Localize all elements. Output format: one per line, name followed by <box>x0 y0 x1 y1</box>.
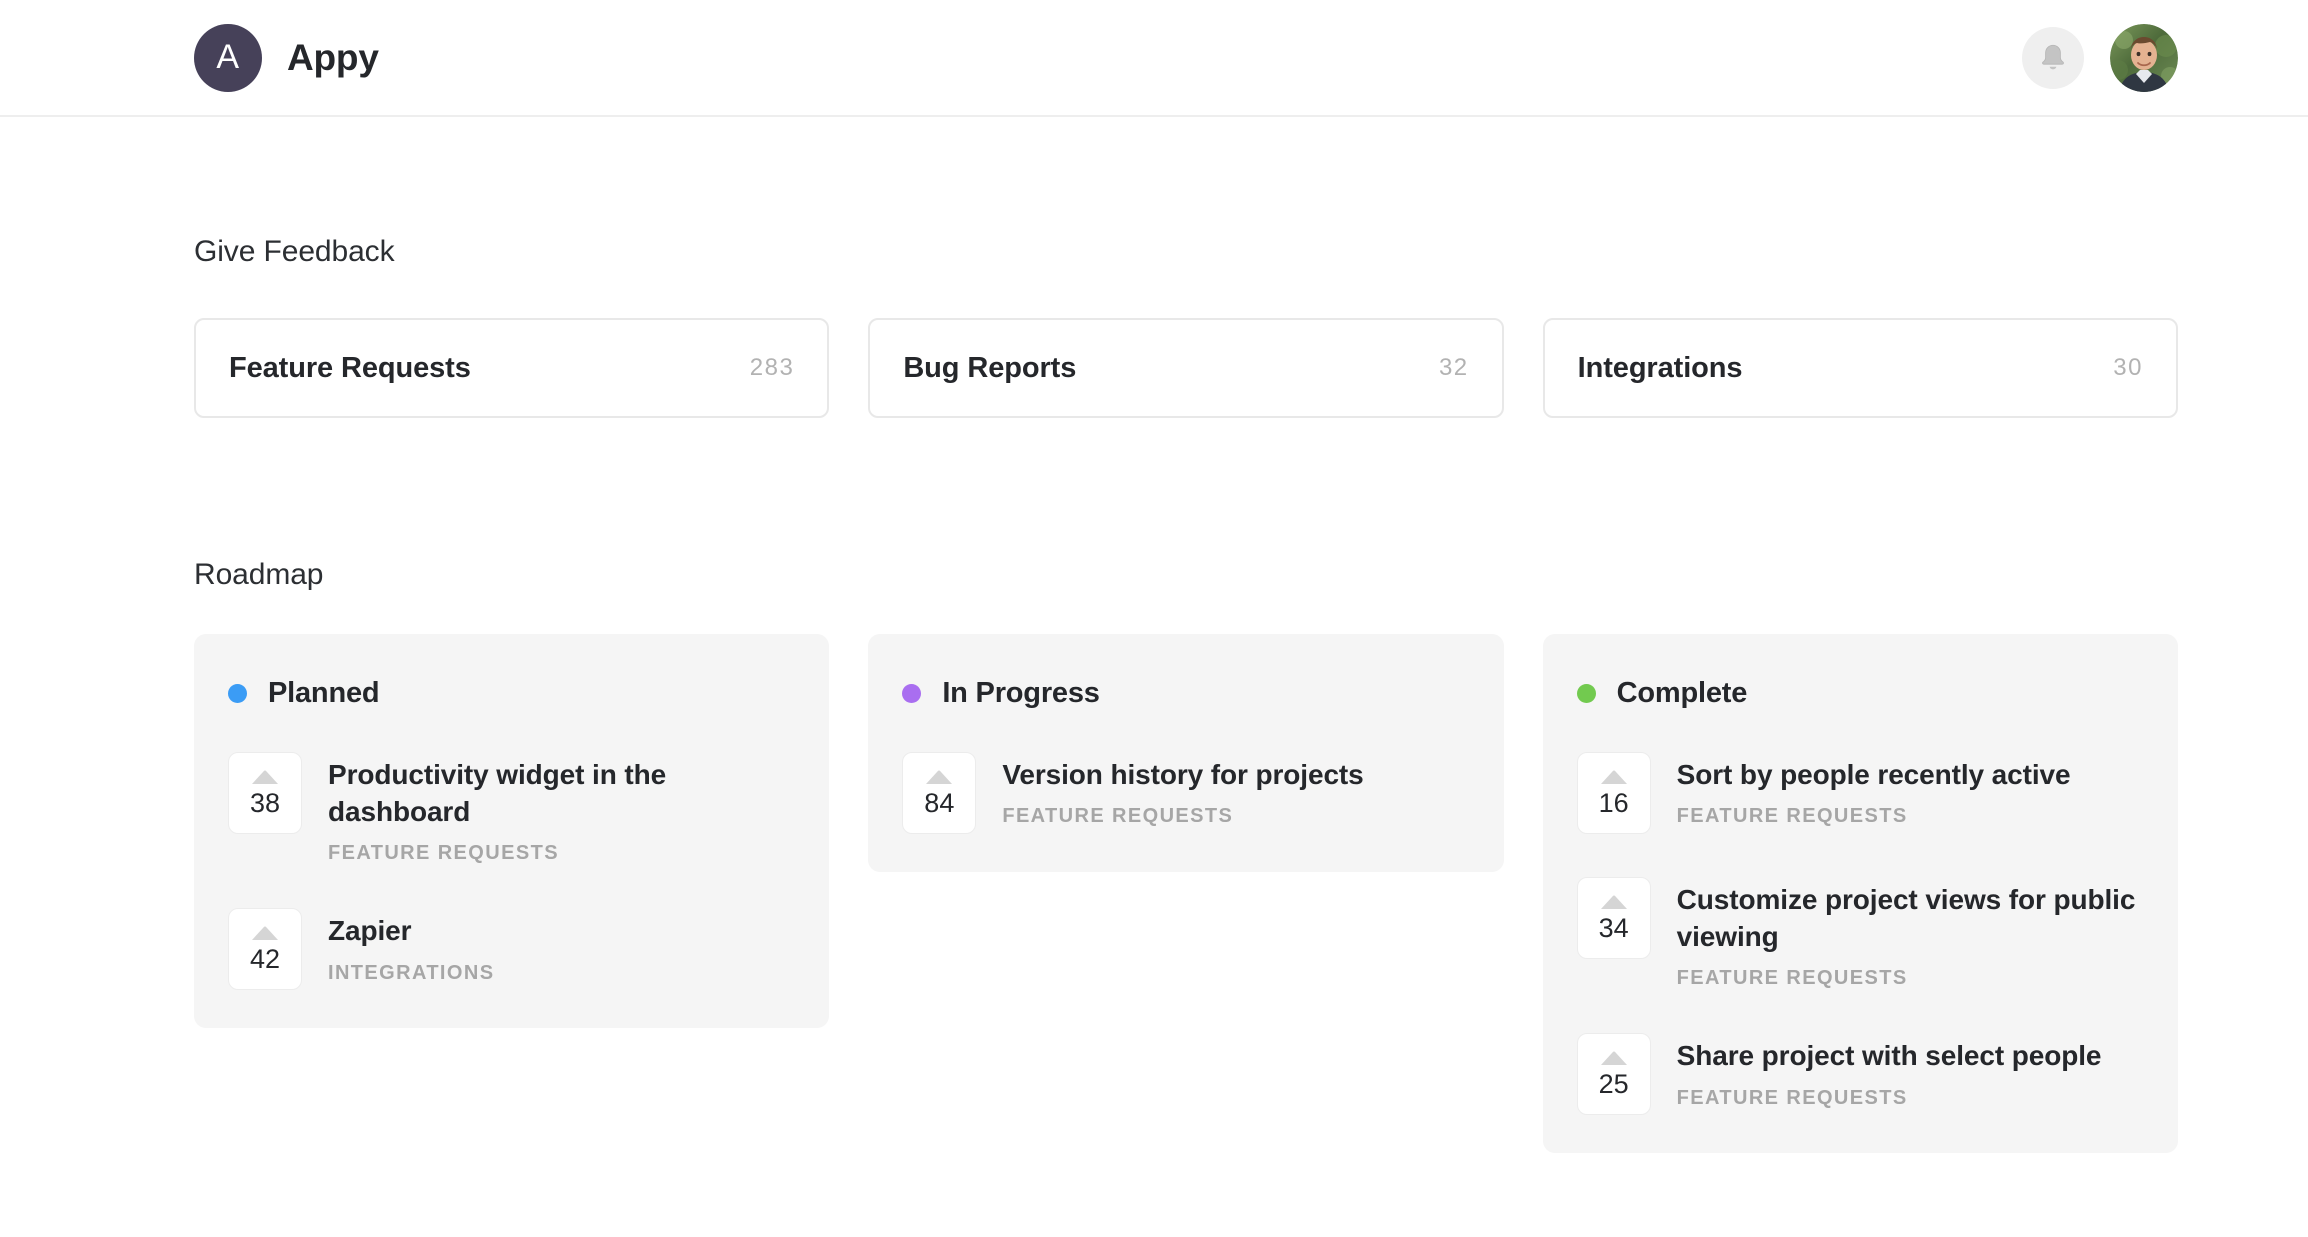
upvote-button[interactable]: 16 <box>1577 752 1651 834</box>
feedback-card-label: Bug Reports <box>903 352 1076 385</box>
upvote-count: 84 <box>924 790 954 817</box>
roadmap-item-category: FEATURE REQUESTS <box>1677 805 2071 828</box>
app-title: Appy <box>287 37 379 79</box>
column-title: Planned <box>268 677 379 710</box>
page-content: Give Feedback Feature Requests 283 Bug R… <box>0 117 2308 1153</box>
roadmap-column-complete: Complete 16 Sort by people recently acti… <box>1543 634 2178 1153</box>
roadmap-item-body: Productivity widget in the dashboard FEA… <box>328 752 795 865</box>
upvote-count: 38 <box>250 790 280 817</box>
avatar[interactable] <box>2110 24 2178 92</box>
feedback-card-label: Integrations <box>1578 352 1743 385</box>
give-feedback-heading: Give Feedback <box>194 235 2178 269</box>
upvote-button[interactable]: 25 <box>1577 1033 1651 1115</box>
roadmap-column-planned: Planned 38 Productivity widget in the da… <box>194 634 829 1028</box>
roadmap-item-body: Share project with select people FEATURE… <box>1677 1033 2102 1109</box>
feedback-card-count: 32 <box>1439 354 1469 382</box>
roadmap-item[interactable]: 38 Productivity widget in the dashboard … <box>228 752 795 865</box>
roadmap-item[interactable]: 25 Share project with select people FEAT… <box>1577 1033 2144 1115</box>
status-dot-planned <box>228 684 247 703</box>
give-feedback-section: Give Feedback Feature Requests 283 Bug R… <box>194 117 2178 418</box>
feedback-card-bug-reports[interactable]: Bug Reports 32 <box>868 318 1503 418</box>
feedback-card-count: 283 <box>750 354 795 382</box>
upvote-triangle-icon <box>1599 1050 1629 1067</box>
upvote-count: 16 <box>1599 790 1629 817</box>
upvote-triangle-icon <box>250 769 280 786</box>
column-header: Planned <box>228 677 795 710</box>
feedback-card-label: Feature Requests <box>229 352 471 385</box>
column-header: In Progress <box>902 677 1469 710</box>
roadmap-item-title: Customize project views for public viewi… <box>1677 881 2144 955</box>
roadmap-item[interactable]: 16 Sort by people recently active FEATUR… <box>1577 752 2144 834</box>
roadmap-item-category: FEATURE REQUESTS <box>1002 805 1363 828</box>
roadmap-item[interactable]: 84 Version history for projects FEATURE … <box>902 752 1469 834</box>
upvote-button[interactable]: 34 <box>1577 877 1651 959</box>
upvote-triangle-icon <box>1599 894 1629 911</box>
roadmap-item-category: FEATURE REQUESTS <box>1677 967 2144 990</box>
header-actions <box>2022 24 2178 92</box>
roadmap-columns: Planned 38 Productivity widget in the da… <box>194 634 2178 1153</box>
roadmap-item-category: INTEGRATIONS <box>328 962 494 985</box>
avatar-image <box>2110 24 2178 92</box>
roadmap-heading: Roadmap <box>194 558 2178 592</box>
brand[interactable]: A Appy <box>194 24 379 92</box>
roadmap-item-body: Sort by people recently active FEATURE R… <box>1677 752 2071 828</box>
status-dot-in-progress <box>902 684 921 703</box>
roadmap-column-in-progress: In Progress 84 Version history for proje… <box>868 634 1503 872</box>
upvote-triangle-icon <box>250 925 280 942</box>
feedback-card-grid: Feature Requests 283 Bug Reports 32 Inte… <box>194 318 2178 418</box>
roadmap-item-title: Share project with select people <box>1677 1037 2102 1074</box>
roadmap-section: Roadmap Planned 38 Productivity w <box>194 418 2178 1153</box>
upvote-count: 34 <box>1599 915 1629 942</box>
column-title: Complete <box>1617 677 1748 710</box>
feedback-card-integrations[interactable]: Integrations 30 <box>1543 318 2178 418</box>
app-logo-icon: A <box>194 24 262 92</box>
feedback-card-count: 30 <box>2113 354 2143 382</box>
app-header: A Appy <box>0 0 2308 117</box>
column-header: Complete <box>1577 677 2144 710</box>
roadmap-item-category: FEATURE REQUESTS <box>328 842 795 865</box>
roadmap-item-category: FEATURE REQUESTS <box>1677 1087 2102 1110</box>
feedback-card-feature-requests[interactable]: Feature Requests 283 <box>194 318 829 418</box>
roadmap-item-title: Productivity widget in the dashboard <box>328 756 795 830</box>
bell-icon <box>2036 41 2070 75</box>
column-title: In Progress <box>942 677 1099 710</box>
upvote-button[interactable]: 42 <box>228 908 302 990</box>
roadmap-item[interactable]: 34 Customize project views for public vi… <box>1577 877 2144 990</box>
roadmap-item-body: Zapier INTEGRATIONS <box>328 908 494 984</box>
upvote-button[interactable]: 38 <box>228 752 302 834</box>
notifications-button[interactable] <box>2022 27 2084 89</box>
roadmap-item-body: Version history for projects FEATURE REQ… <box>1002 752 1363 828</box>
roadmap-item-title: Version history for projects <box>1002 756 1363 793</box>
upvote-count: 25 <box>1599 1071 1629 1098</box>
roadmap-item-title: Zapier <box>328 912 494 949</box>
roadmap-item-body: Customize project views for public viewi… <box>1677 877 2144 990</box>
status-dot-complete <box>1577 684 1596 703</box>
upvote-count: 42 <box>250 946 280 973</box>
roadmap-item-title: Sort by people recently active <box>1677 756 2071 793</box>
upvote-button[interactable]: 84 <box>902 752 976 834</box>
upvote-triangle-icon <box>1599 769 1629 786</box>
upvote-triangle-icon <box>924 769 954 786</box>
roadmap-item[interactable]: 42 Zapier INTEGRATIONS <box>228 908 795 990</box>
